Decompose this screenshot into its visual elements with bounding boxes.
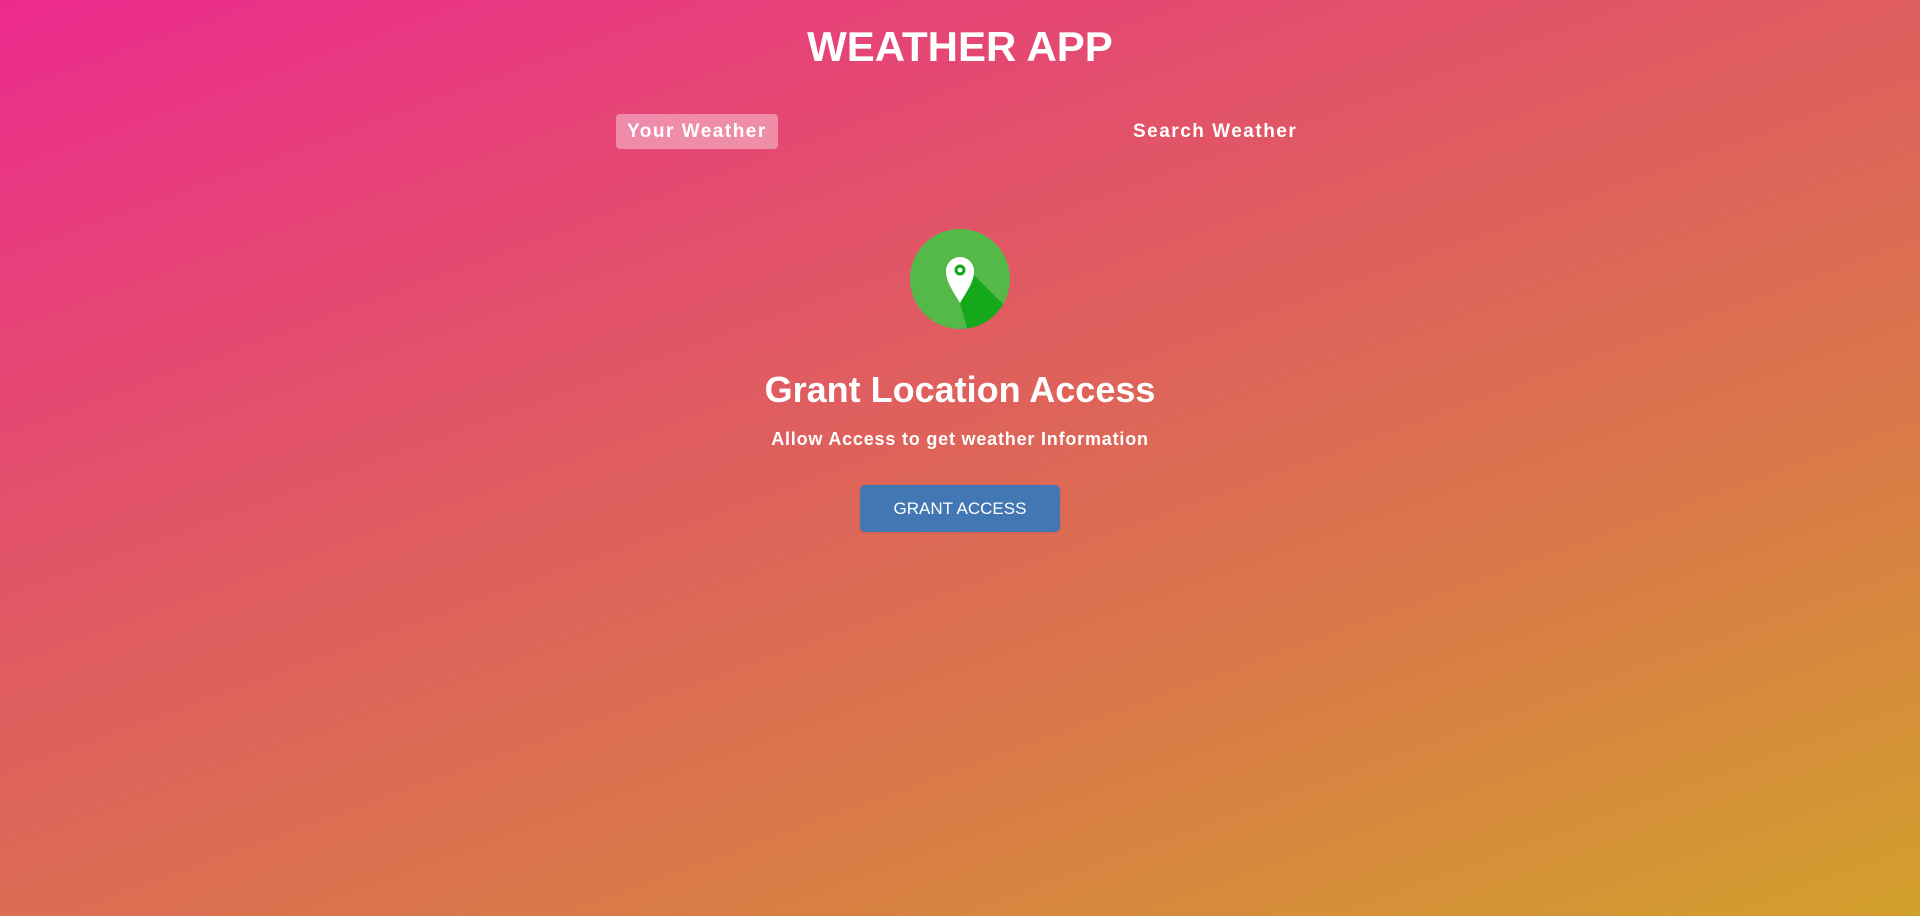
tab-search-weather[interactable]: Search Weather: [1122, 114, 1308, 149]
grant-location-title: Grant Location Access: [764, 369, 1156, 410]
grant-location-subtitle: Allow Access to get weather Information: [771, 429, 1149, 449]
tab-your-weather[interactable]: Your Weather: [616, 114, 778, 149]
location-pin-icon: [910, 229, 1010, 329]
app-title: WEATHER APP: [807, 23, 1113, 70]
tab-bar: Your Weather Search Weather: [0, 114, 1920, 149]
grant-access-button[interactable]: GRANT ACCESS: [860, 485, 1060, 532]
